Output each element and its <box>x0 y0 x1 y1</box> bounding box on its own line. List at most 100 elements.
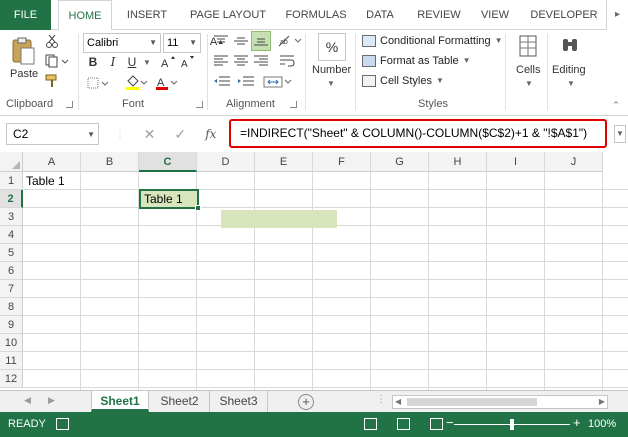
number-format-icon[interactable]: % <box>318 33 346 61</box>
bold-button[interactable]: B <box>86 54 100 70</box>
chevron-down-icon[interactable]: ▼ <box>326 78 336 88</box>
number-label[interactable]: Number <box>312 64 351 76</box>
grow-font-small-icon[interactable]: A <box>160 54 176 70</box>
enter-icon[interactable]: ✓ <box>174 126 186 143</box>
cell-area[interactable]: Table 1 <box>23 172 628 390</box>
insert-function-icon[interactable]: fx <box>205 127 216 141</box>
font-size-select[interactable]: 11 ▼ <box>163 33 201 53</box>
scroll-right-icon[interactable]: ▶ <box>599 396 605 408</box>
worksheet-grid[interactable]: ABCDEFGHIJ 1 2 3 4 5 6 7 8 9 10 11 12 Table 1 Table… <box>0 152 628 390</box>
align-middle-icon[interactable] <box>232 33 250 49</box>
row-header-9[interactable]: 9 <box>0 316 23 334</box>
zoom-in-icon[interactable]: + <box>573 415 581 430</box>
align-bottom-icon[interactable] <box>251 31 271 51</box>
increase-indent-icon[interactable] <box>236 74 256 90</box>
sheet-tab-sheet1[interactable]: Sheet1 <box>91 391 149 412</box>
normal-view-icon[interactable] <box>364 418 377 430</box>
underline-button[interactable]: U <box>125 54 139 70</box>
expand-formula-bar-icon[interactable]: ▼ <box>614 125 626 143</box>
column-header-c[interactable]: C <box>139 152 197 172</box>
font-color-icon[interactable]: A <box>154 74 180 92</box>
fill-color-icon[interactable] <box>124 74 150 92</box>
scroll-left-icon[interactable]: ◀ <box>395 396 401 408</box>
align-right-icon[interactable] <box>252 53 270 69</box>
column-header-e[interactable]: E <box>255 152 313 172</box>
chevron-down-icon[interactable]: ▼ <box>524 78 534 88</box>
collapse-ribbon-icon[interactable]: ⌃ <box>610 100 622 110</box>
cut-icon[interactable] <box>44 33 60 49</box>
font-name-select[interactable]: Calibri ▼ <box>83 33 161 53</box>
wrap-text-icon[interactable] <box>278 53 296 69</box>
align-left-icon[interactable] <box>212 53 230 69</box>
tab-page-layout[interactable]: PAGE LAYOUT <box>183 0 273 30</box>
name-box[interactable]: C2 ▼ <box>6 123 99 145</box>
page-layout-view-icon[interactable] <box>397 418 410 430</box>
row-header-4[interactable]: 4 <box>0 226 23 244</box>
tab-file[interactable]: FILE <box>0 0 51 30</box>
fill-handle[interactable] <box>195 205 201 211</box>
row-header-7[interactable]: 7 <box>0 280 23 298</box>
copy-icon[interactable] <box>44 53 70 69</box>
borders-icon[interactable] <box>86 76 110 90</box>
conditional-formatting-button[interactable]: Conditional Formatting ▼ <box>362 32 503 50</box>
tab-insert[interactable]: INSERT <box>122 0 172 30</box>
chevron-down-icon[interactable]: ▼ <box>566 78 576 88</box>
row-header-2[interactable]: 2 <box>0 190 23 208</box>
zoom-out-icon[interactable]: − <box>446 415 454 430</box>
cell-A1[interactable]: Table 1 <box>23 172 65 190</box>
paste-label[interactable]: Paste <box>10 68 38 80</box>
page-break-view-icon[interactable] <box>430 418 443 430</box>
active-cell-C2[interactable]: Table 1 <box>139 189 201 211</box>
format-as-table-button[interactable]: Format as Table ▼ <box>362 52 471 70</box>
column-header-g[interactable]: G <box>371 152 429 172</box>
merge-center-icon[interactable] <box>262 74 294 90</box>
clipboard-launcher-icon[interactable] <box>66 101 73 108</box>
sheet-tab-sheet3[interactable]: Sheet3 <box>210 391 268 412</box>
ribbon-scroll-right-icon[interactable]: ▸ <box>606 0 628 30</box>
font-launcher-icon[interactable] <box>196 101 203 108</box>
tab-developer[interactable]: DEVELOPER <box>530 0 598 30</box>
column-header-a[interactable]: A <box>23 152 81 172</box>
orientation-icon[interactable]: ab <box>276 33 304 49</box>
column-header-i[interactable]: I <box>487 152 545 172</box>
tab-data[interactable]: DATA <box>362 0 398 30</box>
row-header-1[interactable]: 1 <box>0 172 23 190</box>
tab-home[interactable]: HOME <box>58 0 112 31</box>
cells-icon[interactable] <box>517 33 539 59</box>
select-all-corner[interactable] <box>0 152 23 172</box>
row-header-5[interactable]: 5 <box>0 244 23 262</box>
row-header-11[interactable]: 11 <box>0 352 23 370</box>
format-painter-icon[interactable] <box>44 73 60 89</box>
column-header-h[interactable]: H <box>429 152 487 172</box>
row-header-12[interactable]: 12 <box>0 370 23 388</box>
binoculars-icon[interactable] <box>559 33 581 59</box>
horizontal-scrollbar[interactable]: ◀ ▶ <box>392 395 608 409</box>
scrollbar-thumb[interactable] <box>407 398 537 406</box>
zoom-slider-knob[interactable] <box>510 419 514 430</box>
chevron-down-icon[interactable]: ▼ <box>142 54 152 70</box>
formula-input[interactable]: =INDIRECT("Sheet" & COLUMN()-COLUMN($C$2… <box>229 119 607 148</box>
editing-label[interactable]: Editing <box>552 64 586 76</box>
macro-record-icon[interactable] <box>56 418 69 430</box>
paste-icon[interactable] <box>8 34 38 68</box>
tab-view[interactable]: VIEW <box>478 0 512 30</box>
column-header-f[interactable]: F <box>313 152 371 172</box>
shrink-font-icon[interactable]: A <box>180 54 196 70</box>
prev-sheet-icon[interactable]: ◀ <box>24 395 31 406</box>
cancel-icon[interactable]: ✕ <box>144 126 156 143</box>
cells-label[interactable]: Cells <box>516 64 540 76</box>
row-header-8[interactable]: 8 <box>0 298 23 316</box>
italic-button[interactable]: I <box>106 54 120 70</box>
cell-styles-button[interactable]: Cell Styles ▼ <box>362 72 444 90</box>
tab-formulas[interactable]: FORMULAS <box>283 0 349 30</box>
align-top-icon[interactable] <box>212 33 230 49</box>
column-header-b[interactable]: B <box>81 152 139 172</box>
align-center-icon[interactable] <box>232 53 250 69</box>
column-header-d[interactable]: D <box>197 152 255 172</box>
decrease-indent-icon[interactable] <box>212 74 232 90</box>
add-sheet-icon[interactable]: + <box>298 394 314 410</box>
next-sheet-icon[interactable]: ▶ <box>48 395 55 406</box>
zoom-level[interactable]: 100% <box>588 412 616 437</box>
alignment-launcher-icon[interactable] <box>290 101 297 108</box>
tab-review[interactable]: REVIEW <box>414 0 464 30</box>
